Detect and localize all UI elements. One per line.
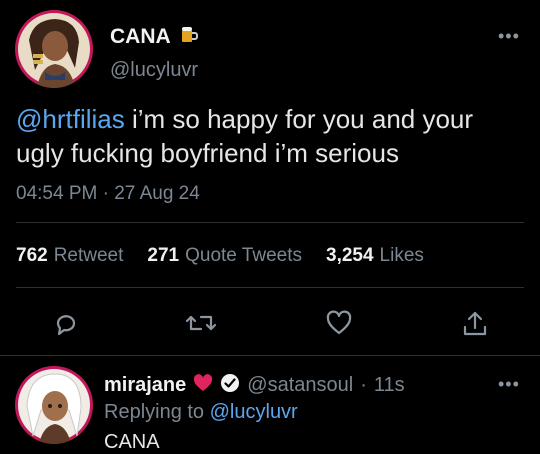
reply-more-options-icon[interactable]: •••	[498, 374, 520, 395]
replying-to: Replying to @lucyluvr	[104, 401, 298, 424]
likes-label: Likes	[379, 245, 424, 266]
quotes-count: 271	[147, 245, 180, 266]
author-name-row: CANA	[110, 24, 199, 49]
author-handle[interactable]: @lucyluvr	[110, 59, 198, 82]
reply-header: mirajane @satansoul · 11s	[104, 373, 405, 398]
quotes-label: Quote Tweets	[185, 245, 302, 266]
author-avatar[interactable]	[15, 10, 93, 88]
reply-separator: ·	[360, 374, 367, 396]
replying-handle[interactable]: @lucyluvr	[210, 401, 298, 423]
replying-label: Replying to	[104, 401, 205, 423]
quotes-stat[interactable]: 271 Quote Tweets	[147, 245, 302, 267]
reply-icon[interactable]	[52, 309, 80, 337]
share-icon[interactable]	[462, 309, 488, 337]
stats-row: 762 Retweet 271 Quote Tweets 3,254 Likes	[16, 245, 424, 267]
retweets-label: Retweet	[53, 245, 124, 266]
tweet-date: 27 Aug 24	[114, 183, 200, 204]
more-options-icon[interactable]: •••	[498, 26, 520, 47]
reply-text: CANA	[104, 431, 160, 453]
divider-full	[0, 355, 540, 356]
mention-link[interactable]: @hrtfilias	[16, 104, 125, 134]
tweet-time: 04:54 PM	[16, 183, 98, 204]
divider-top	[16, 222, 524, 223]
red-heart-icon	[193, 374, 213, 397]
likes-stat[interactable]: 3,254 Likes	[326, 245, 424, 267]
reply-avatar[interactable]	[15, 366, 93, 444]
author-name[interactable]: CANA	[110, 25, 171, 49]
tweet-text: @hrtfilias i’m so happy for you and your…	[16, 102, 516, 170]
reply-author-name[interactable]: mirajane	[104, 374, 186, 397]
reply-time[interactable]: 11s	[374, 374, 405, 397]
retweets-stat[interactable]: 762 Retweet	[16, 245, 123, 267]
divider-bottom	[16, 287, 524, 288]
check-circle-icon	[220, 373, 240, 398]
retweet-icon[interactable]	[186, 309, 216, 337]
beer-mug-icon	[179, 24, 199, 49]
timestamp[interactable]: 04:54 PM · 27 Aug 24	[16, 183, 200, 205]
like-icon[interactable]	[325, 309, 353, 337]
retweets-count: 762	[16, 245, 48, 266]
separator-dot: ·	[102, 183, 109, 204]
reply-author-handle[interactable]: @satansoul	[247, 374, 353, 397]
likes-count: 3,254	[326, 245, 374, 266]
